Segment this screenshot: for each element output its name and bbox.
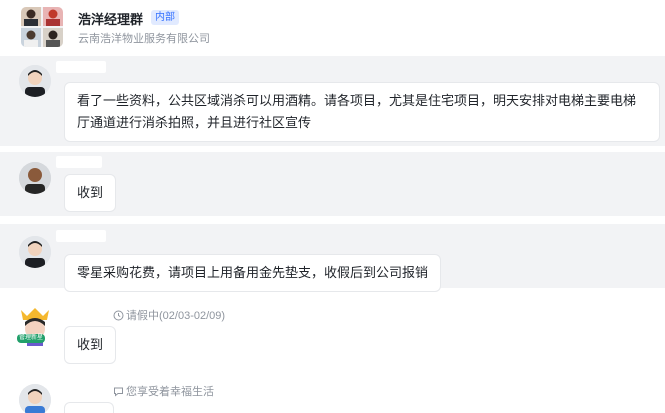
status-line: 您享受着幸福生活 <box>113 383 214 399</box>
group-avatar[interactable] <box>21 7 63 47</box>
status-line: 请假中(02/03-02/09) <box>113 307 225 323</box>
sender-name <box>56 230 106 242</box>
message-list[interactable]: 看了一些资料，公共区域消杀可以用酒精。请各项目，尤其是住宅项目，明天安排对电梯主… <box>0 52 665 413</box>
signature-status: 您享受着幸福生活 <box>126 386 214 398</box>
message-row[interactable]: 收到 <box>0 152 665 216</box>
group-title[interactable]: 浩洋经理群 <box>78 9 143 28</box>
message-bubble[interactable]: 看了一些资料，公共区域消杀可以用酒精。请各项目，尤其是住宅项目，明天安排对电梯主… <box>64 82 660 142</box>
sender-name <box>56 156 102 168</box>
member-badge: 管理新星 <box>17 334 46 343</box>
message-row[interactable]: 您享受着幸福生活 <box>0 380 665 413</box>
sender-name <box>56 308 108 320</box>
member-avatar-3 <box>21 28 41 47</box>
message-bubble-partial[interactable] <box>64 402 114 413</box>
member-avatar-2 <box>43 7 63 26</box>
message-row[interactable]: 零星采购花费，请项目上用备用金先垫支，收假后到公司报销 <box>0 224 665 292</box>
avatar[interactable] <box>19 236 51 268</box>
chat-header: 浩洋经理群 内部 云南浩洋物业服务有限公司 <box>0 0 665 52</box>
avatar[interactable] <box>19 65 51 97</box>
chat-bubble-icon <box>113 386 124 397</box>
message-bubble[interactable]: 收到 <box>64 326 117 364</box>
message-row[interactable]: 看了一些资料，公共区域消杀可以用酒精。请各项目，尤其是住宅项目，明天安排对电梯主… <box>0 56 665 146</box>
clock-icon <box>113 310 124 321</box>
avatar[interactable] <box>19 384 51 413</box>
message-row[interactable]: 管理新星 请假中(02/03-02/09) 收到 <box>0 302 665 364</box>
sender-name <box>56 382 108 394</box>
member-avatar-1 <box>21 7 41 26</box>
avatar[interactable] <box>19 162 51 194</box>
internal-tag: 内部 <box>151 10 179 25</box>
leave-status: 请假中(02/03-02/09) <box>126 310 226 322</box>
member-avatar-4 <box>43 28 63 47</box>
message-bubble[interactable]: 零星采购花费，请项目上用备用金先垫支，收假后到公司报销 <box>64 254 442 292</box>
group-subtitle: 云南浩洋物业服务有限公司 <box>78 33 210 45</box>
message-bubble[interactable]: 收到 <box>64 174 117 212</box>
sender-name <box>56 61 106 73</box>
